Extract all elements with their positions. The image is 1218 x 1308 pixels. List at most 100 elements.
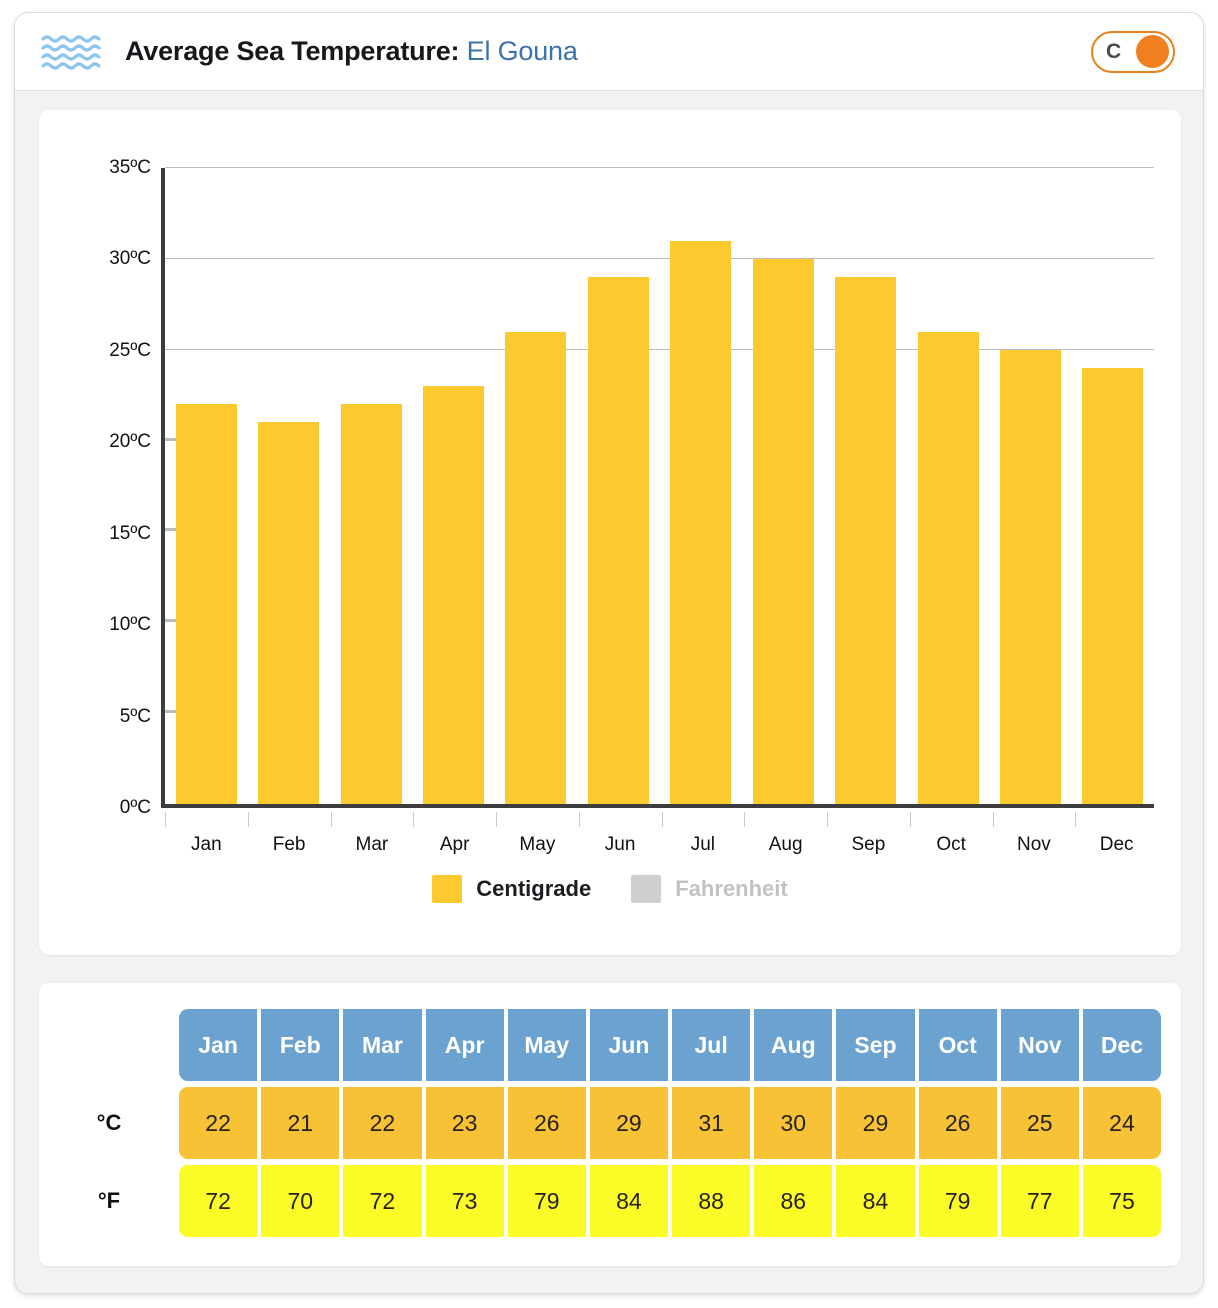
temperature-table: Jan Feb Mar Apr May Jun Jul Aug Sep Oct Nov Dec °C …: [39, 983, 1181, 1266]
table-cell-celsius: 23: [425, 1087, 504, 1159]
bar-slot: [495, 168, 577, 804]
x-axis-tick-label: Mar: [355, 834, 389, 855]
table-header-cell: Jan: [179, 1009, 258, 1081]
chart-bar[interactable]: [835, 277, 897, 804]
table-cell-celsius: 22: [343, 1087, 422, 1159]
unit-toggle-knob[interactable]: [1136, 35, 1169, 68]
y-axis-tick-label: 20ºC: [109, 431, 151, 453]
table-header-cell: Jul: [672, 1009, 751, 1081]
x-tick-slot: Jul: [661, 812, 745, 856]
y-axis-tick-label: 10ºC: [109, 614, 151, 636]
page-title: Average Sea Temperature: El Gouna: [125, 36, 578, 67]
chart-bar[interactable]: [258, 422, 320, 804]
x-axis-tick-label: Jun: [604, 834, 636, 855]
bar-slot: [247, 168, 329, 804]
x-tick-slot: Aug: [744, 812, 827, 856]
x-axis-tick-label: Sep: [851, 834, 886, 855]
x-tick-slot: Dec: [1075, 812, 1158, 856]
table-cell-celsius: 21: [261, 1087, 340, 1159]
bar-slot: [330, 168, 412, 804]
table-header-row: Jan Feb Mar Apr May Jun Jul Aug Sep Oct Nov Dec: [39, 1009, 1162, 1081]
y-axis-tick-label: 25ºC: [109, 339, 151, 361]
legend-label: Fahrenheit: [675, 876, 788, 901]
widget-header: Average Sea Temperature: El Gouna C: [15, 13, 1203, 91]
chart-bar[interactable]: [175, 404, 237, 804]
legend-swatch: [432, 875, 463, 903]
table-cell-celsius: 26: [918, 1087, 997, 1159]
table-cell-celsius: 22: [179, 1087, 258, 1159]
table-header-cell: Apr: [425, 1009, 504, 1081]
x-tick-slot: Apr: [413, 812, 496, 856]
sea-temperature-widget: Average Sea Temperature: El Gouna C 0ºC 5…: [14, 12, 1204, 1294]
x-axis-tick-label: Dec: [1099, 834, 1134, 855]
chart-bars: [165, 168, 1154, 804]
table-cell-celsius: 25: [1000, 1087, 1079, 1159]
y-axis-tick-label: 0ºC: [119, 797, 151, 818]
table-cell-celsius: 29: [836, 1087, 915, 1159]
table-cell-fahrenheit: 72: [179, 1165, 258, 1237]
table-header-cell: Oct: [918, 1009, 997, 1081]
chart-bar[interactable]: [752, 258, 814, 804]
table-cell-fahrenheit: 86: [754, 1165, 833, 1237]
x-tick-slot: May: [496, 812, 579, 856]
chart-bar[interactable]: [505, 331, 567, 804]
table-cell-celsius: 31: [672, 1087, 751, 1159]
row-label-fahrenheit: °F: [97, 1188, 121, 1213]
table-row: °C 22 21 22 23 26 29 31 30 29 26 25 24: [39, 1087, 1162, 1159]
bar-slot: [577, 168, 659, 804]
chart-bar[interactable]: [422, 386, 484, 804]
bar-slot: [660, 168, 742, 804]
bar-slot: [989, 168, 1071, 804]
location-link[interactable]: El Gouna: [467, 36, 578, 66]
table-panel: Jan Feb Mar Apr May Jun Jul Aug Sep Oct Nov Dec °C …: [39, 983, 1181, 1266]
legend-item-fahrenheit[interactable]: Fahrenheit: [631, 875, 788, 903]
chart-legend: Centigrade Fahrenheit: [39, 875, 1181, 903]
table-cell-fahrenheit: 77: [1000, 1165, 1079, 1237]
bar-slot: [907, 168, 989, 804]
chart-bar[interactable]: [670, 240, 732, 804]
chart-bar[interactable]: [917, 331, 979, 804]
table-cell-celsius: 29: [589, 1087, 669, 1159]
x-tick-slot: Sep: [827, 812, 910, 856]
bar-slot: [742, 168, 824, 804]
x-tick-slot: Nov: [992, 812, 1076, 856]
y-axis-tick-label: 15ºC: [109, 522, 151, 544]
x-axis-tick-label: Jul: [690, 834, 716, 855]
x-axis-tick-label: Nov: [1016, 834, 1051, 855]
legend-item-centigrade[interactable]: Centigrade: [432, 875, 591, 903]
unit-toggle[interactable]: C: [1091, 30, 1175, 73]
x-axis-tick-label: Aug: [768, 834, 803, 855]
table-header-cell: May: [507, 1009, 586, 1081]
x-axis-tick-label: Feb: [272, 834, 306, 855]
chart-bar[interactable]: [340, 404, 402, 804]
table-header-cell: Nov: [1000, 1009, 1079, 1081]
table-header-cell: Sep: [836, 1009, 915, 1081]
x-tick-slot: Feb: [247, 812, 331, 856]
table-corner-cell: [39, 1009, 179, 1081]
table-cell-celsius: 30: [754, 1087, 833, 1159]
bar-slot: [824, 168, 906, 804]
chart-x-axis: Jan Feb Mar Apr May Jun Jul Aug Sep Oct Nov Dec: [165, 812, 1158, 856]
y-axis-tick-label: 5ºC: [119, 705, 151, 727]
chart-bar[interactable]: [999, 349, 1061, 804]
chart-plot-area: [161, 167, 1154, 808]
bar-chart: 0ºC 5ºC 10ºC 15ºC 20ºC 25ºC 30ºC 35ºC Jan Feb Mar…: [39, 110, 1181, 955]
title-prefix: Average Sea Temperature:: [125, 36, 460, 66]
sea-waves-icon: [41, 32, 103, 72]
table-cell-fahrenheit: 79: [918, 1165, 997, 1237]
bar-slot: [1072, 168, 1154, 804]
table-cell-fahrenheit: 75: [1082, 1165, 1162, 1237]
table-cell-fahrenheit: 79: [507, 1165, 586, 1237]
legend-swatch: [631, 875, 662, 903]
chart-bar[interactable]: [587, 277, 649, 804]
table-header-cell: Mar: [343, 1009, 422, 1081]
bar-slot: [165, 168, 247, 804]
unit-toggle-label: C: [1106, 40, 1122, 63]
x-tick-slot: Jan: [165, 812, 248, 856]
chart-bar[interactable]: [1082, 367, 1144, 804]
table-cell-celsius: 24: [1082, 1087, 1162, 1159]
table-header-cell: Aug: [754, 1009, 833, 1081]
table-cell-fahrenheit: 73: [425, 1165, 504, 1237]
table-cell-celsius: 26: [507, 1087, 586, 1159]
chart-panel: 0ºC 5ºC 10ºC 15ºC 20ºC 25ºC 30ºC 35ºC Jan Feb Mar…: [39, 110, 1181, 955]
